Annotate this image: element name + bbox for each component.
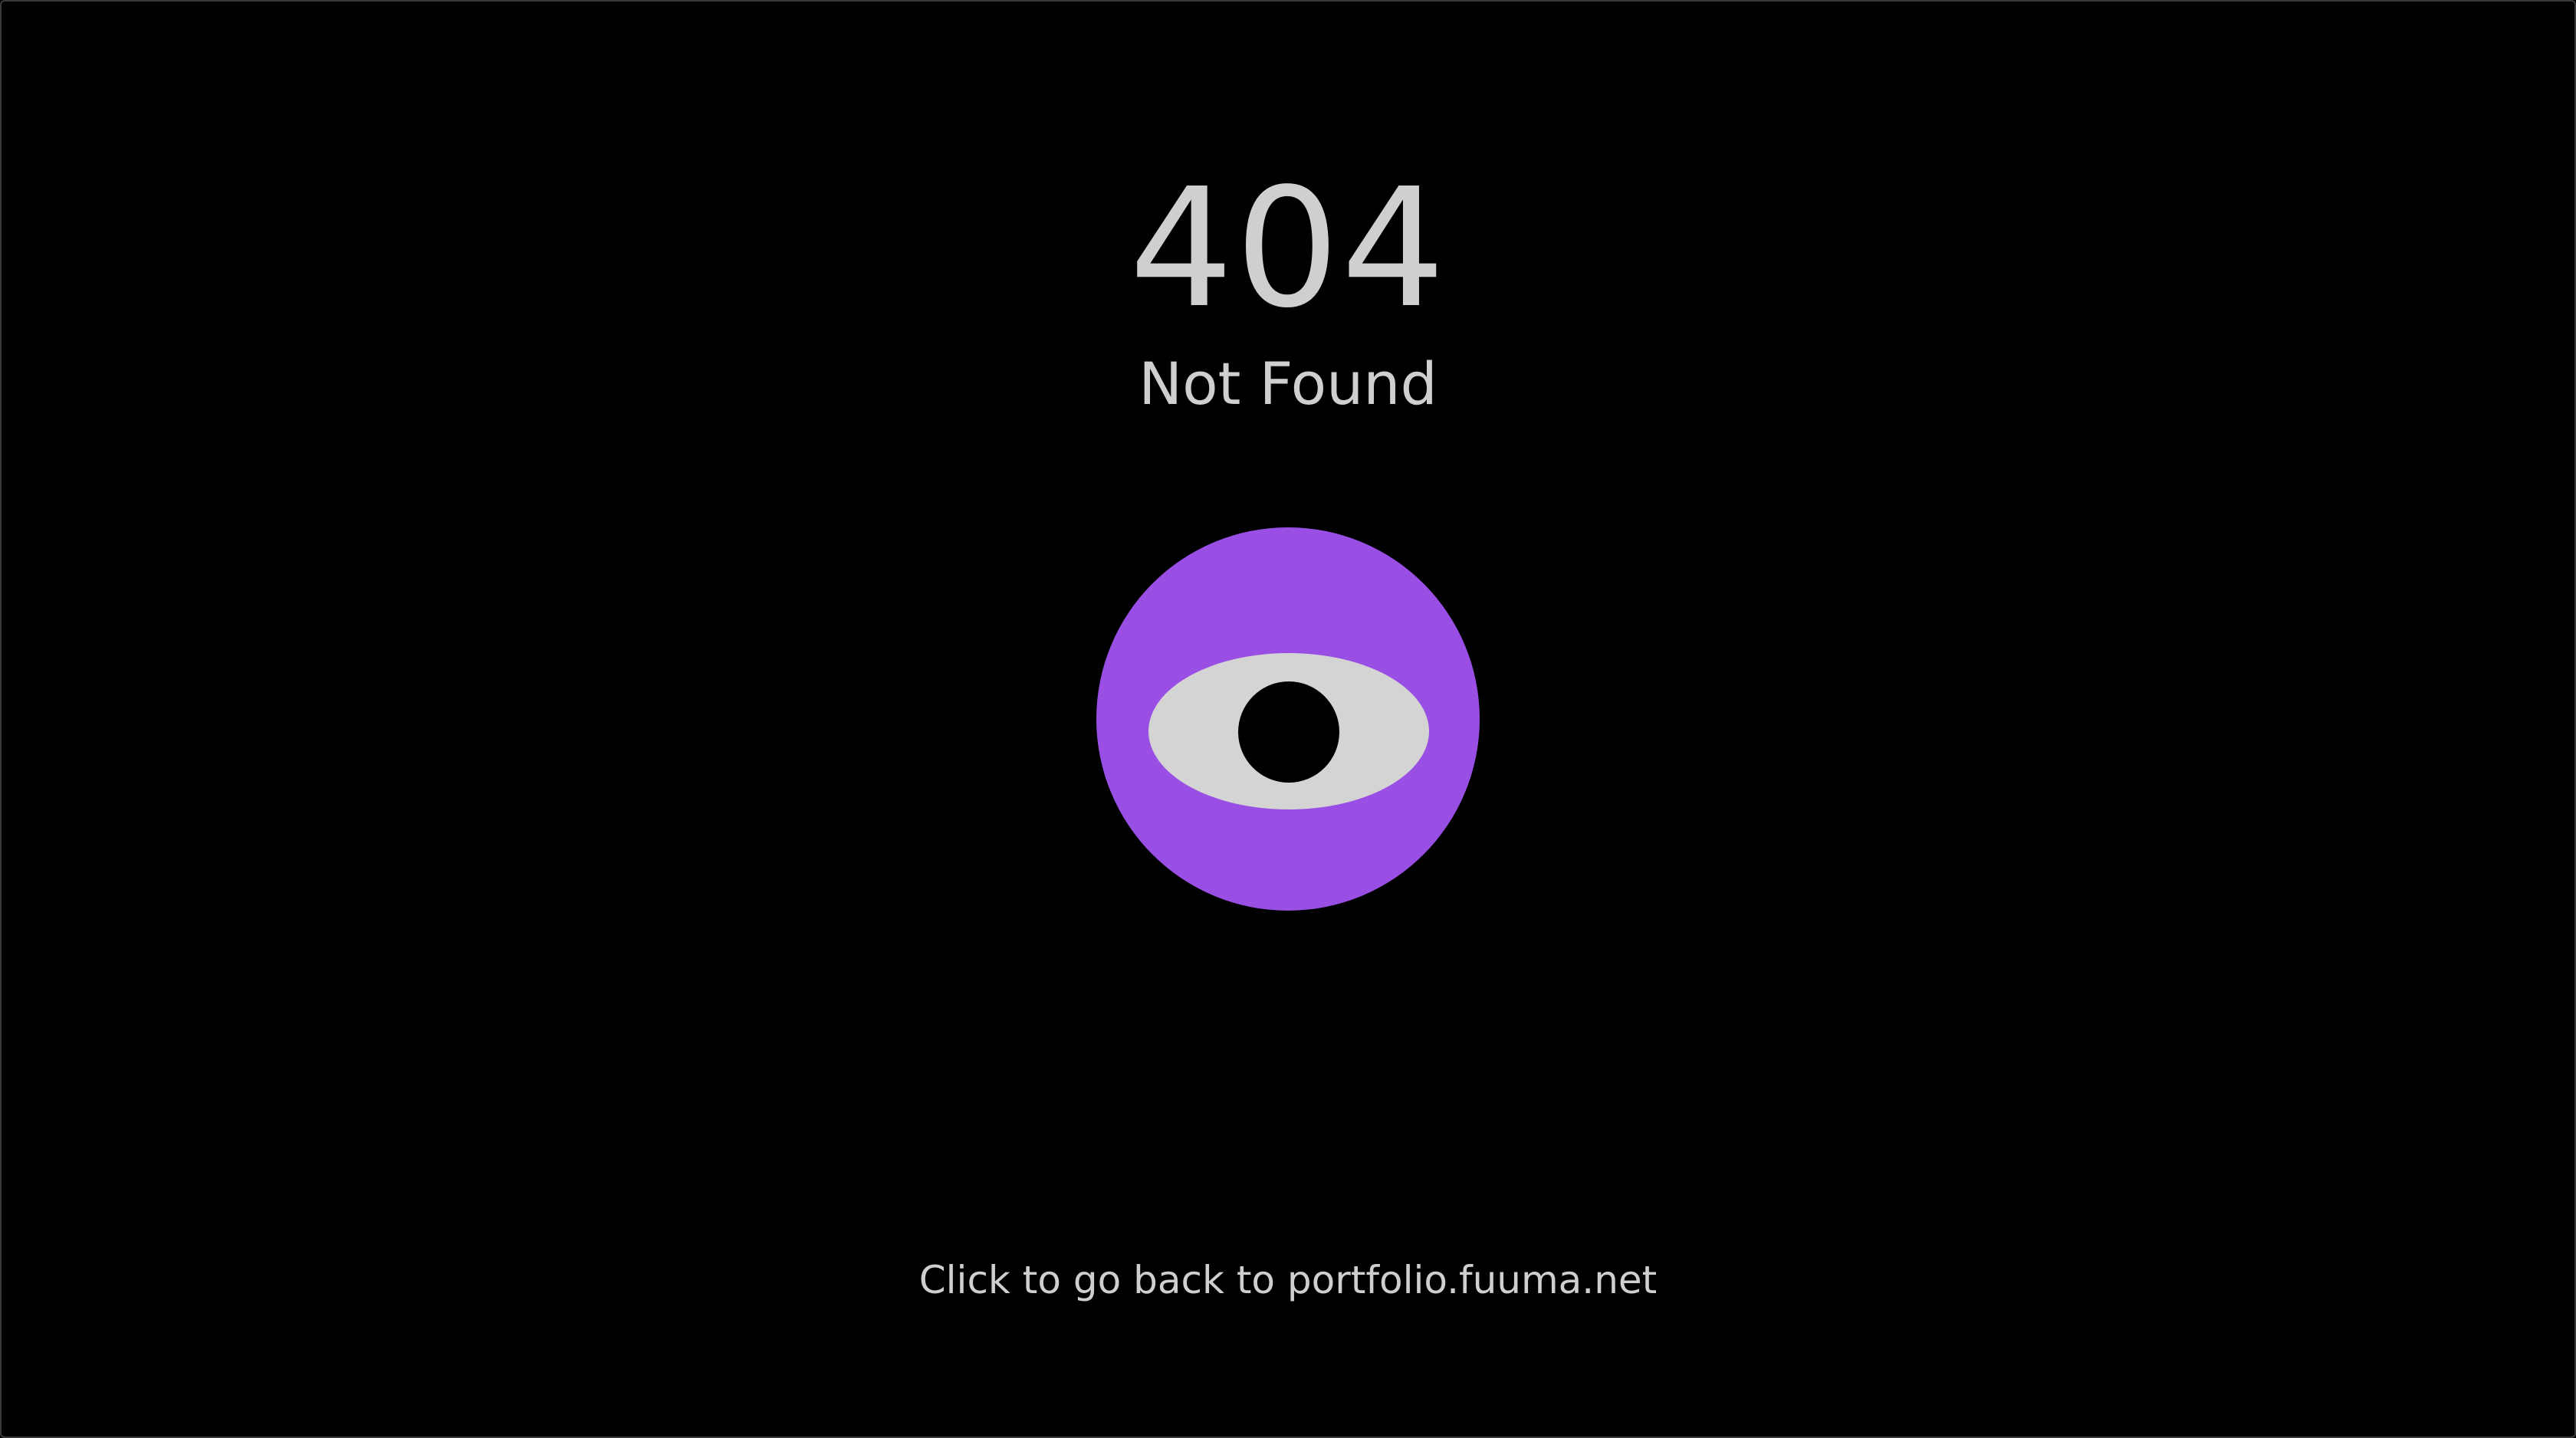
back-to-portfolio-link[interactable]: Click to go back to portfolio.fuuma.net [0, 1255, 2576, 1305]
error-message: Not Found [1138, 350, 1438, 418]
eye-pupil [1238, 681, 1339, 783]
error-code: 404 [1129, 153, 1447, 344]
eye-white [1148, 653, 1429, 809]
eye-icon [1096, 527, 1480, 911]
